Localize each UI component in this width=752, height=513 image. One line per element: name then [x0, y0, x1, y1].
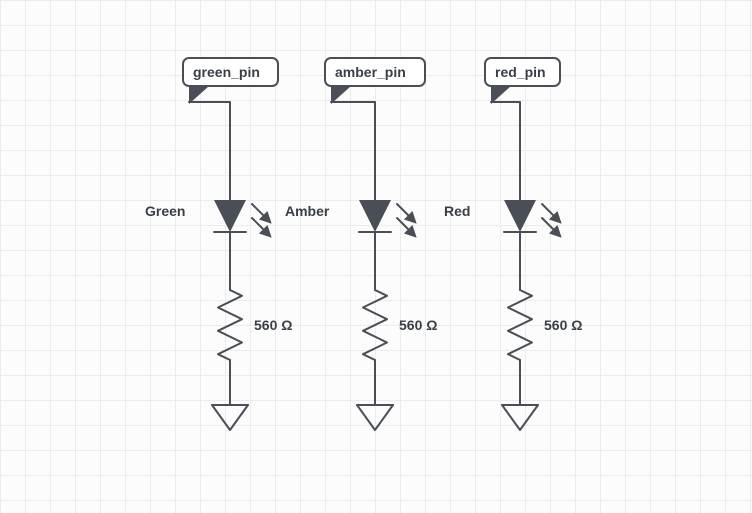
resistor-value: 560 Ω: [254, 317, 292, 333]
ground-icon: [212, 405, 248, 430]
wire-pin-to-led: [189, 102, 230, 200]
led-label: Amber: [285, 203, 330, 219]
led-branch: green_pin Green 560 Ω: [145, 58, 292, 430]
led-label: Red: [444, 203, 470, 219]
ground-icon: [502, 405, 538, 430]
led-icon: [504, 200, 536, 232]
ground-icon: [357, 405, 393, 430]
wire-pin-to-led: [331, 102, 375, 200]
resistor-icon: [363, 290, 387, 360]
led-icon: [359, 200, 391, 232]
resistor-icon: [218, 290, 242, 360]
wire-pin-to-led: [491, 102, 520, 200]
led-label: Green: [145, 203, 185, 219]
pin-label: amber_pin: [335, 64, 406, 80]
pin-label: red_pin: [495, 64, 546, 80]
resistor-value: 560 Ω: [399, 317, 437, 333]
resistor-icon: [508, 290, 532, 360]
led-icon: [214, 200, 246, 232]
schematic: green_pinGreen560 Ωamber_pinAmber560 Ωre…: [0, 0, 752, 513]
led-branch: amber_pin Amber 560 Ω: [285, 58, 437, 430]
led-branch: red_pin Red 560 Ω: [444, 58, 582, 430]
pin-label: green_pin: [193, 64, 260, 80]
resistor-value: 560 Ω: [544, 317, 582, 333]
